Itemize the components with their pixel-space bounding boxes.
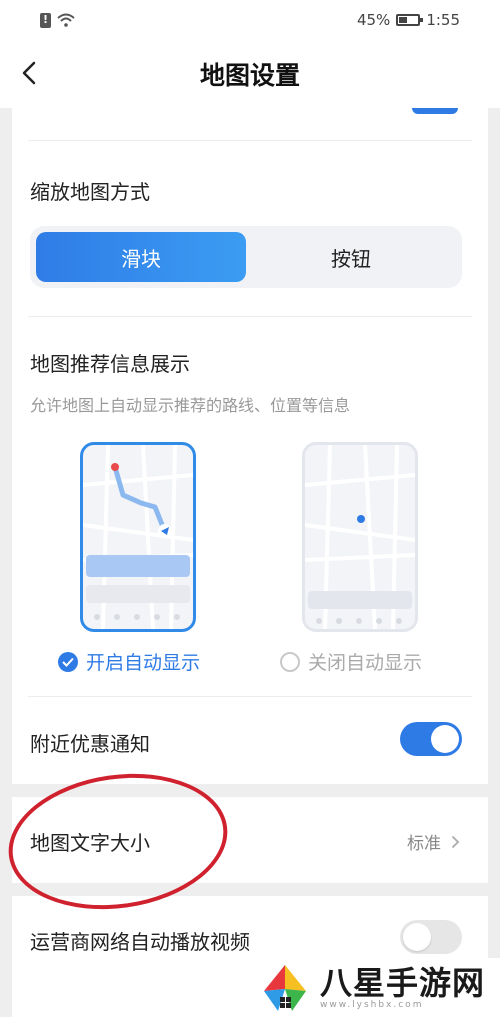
recommend-off-option[interactable]: 关闭自动显示 (280, 648, 422, 675)
map-route-illustration (83, 445, 193, 629)
recommend-on-option[interactable]: 开启自动显示 (58, 648, 200, 675)
checkmark-icon (58, 651, 78, 672)
font-size-row[interactable]: 地图文字大小 标准 (12, 797, 488, 883)
divider (28, 316, 472, 317)
status-bar: 45% 1:55 (0, 0, 500, 40)
watermark-title: 八星手游网 (320, 963, 486, 1002)
carrier-video-toggle[interactable] (400, 920, 462, 954)
wifi-icon (57, 13, 75, 27)
font-size-label: 地图文字大小 (30, 831, 150, 855)
recommend-on-preview[interactable] (80, 442, 196, 632)
nearby-deals-label: 附近优惠通知 (30, 732, 150, 756)
back-arrow-icon[interactable] (14, 56, 48, 90)
zoom-mode-slider-option[interactable]: 滑块 (36, 232, 246, 282)
settings-card: 缩放地图方式 滑块 按钮 地图推荐信息展示 允许地图上自动显示推荐的路线、位置等… (12, 108, 488, 784)
zoom-mode-segmented-control: 滑块 按钮 (30, 226, 462, 288)
radio-empty-icon (280, 651, 300, 672)
sim-alert-icon (40, 12, 51, 28)
recommend-on-label: 开启自动显示 (86, 652, 201, 674)
divider (28, 696, 472, 697)
partial-toggle[interactable] (412, 108, 458, 114)
map-plain-illustration (305, 445, 415, 629)
page-title: 地图设置 (199, 61, 300, 90)
battery-percent: 45% (356, 11, 391, 29)
recommend-title: 地图推荐信息展示 (30, 352, 190, 376)
carrier-video-label: 运营商网络自动播放视频 (30, 930, 250, 954)
nearby-deals-toggle[interactable] (400, 722, 462, 756)
font-size-value-group: 标准 (407, 829, 460, 854)
watermark-logo-icon (264, 964, 306, 1011)
divider (28, 140, 472, 141)
recommend-description: 允许地图上自动显示推荐的路线、位置等信息 (30, 396, 351, 415)
site-watermark: 八星手游网 www.lyshbx.com (250, 958, 500, 1017)
nav-bar: 地图设置 (0, 40, 500, 108)
battery-icon (396, 14, 424, 26)
status-left (40, 12, 75, 28)
clock: 1:55 (426, 11, 460, 29)
font-size-value: 标准 (407, 834, 441, 854)
toggle-knob (403, 923, 431, 951)
toggle-knob (431, 725, 459, 753)
chevron-right-icon (451, 835, 460, 848)
zoom-mode-button-option[interactable]: 按钮 (246, 232, 456, 282)
zoom-mode-title: 缩放地图方式 (30, 180, 150, 204)
recommend-off-preview[interactable] (302, 442, 418, 632)
watermark-text-group: 八星手游网 www.lyshbx.com (320, 966, 485, 1010)
status-right: 45% 1:55 (357, 11, 460, 29)
recommend-off-label: 关闭自动显示 (308, 652, 423, 674)
